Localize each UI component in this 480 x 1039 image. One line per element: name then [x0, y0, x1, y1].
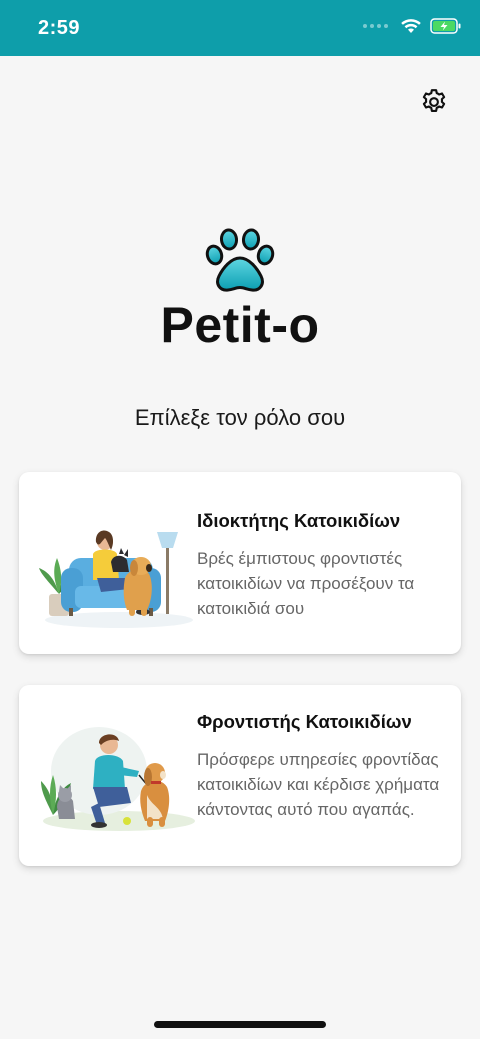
paw-icon	[205, 228, 275, 292]
role-card-sitter[interactable]: Φροντιστής Κατοικιδίων Πρόσφερε υπηρεσίε…	[19, 685, 461, 866]
role-description-sitter: Πρόσφερε υπηρεσίες φροντίδας κατοικιδίων…	[197, 750, 440, 819]
role-prompt: Επίλεξε τον ρόλο σου	[134, 405, 346, 430]
app-title: Petit-o	[160, 297, 320, 353]
gear-icon	[422, 89, 446, 112]
cellular-signal-icon	[363, 24, 388, 28]
status-icons	[363, 18, 462, 34]
role-card-owner[interactable]: Ιδιοκτήτης Κατοικιδίων Βρές έμπιστους φρ…	[19, 472, 461, 654]
owner-with-pets-illustration	[39, 530, 193, 628]
status-time: 2:59	[38, 17, 81, 39]
settings-button[interactable]	[418, 86, 450, 118]
role-description-owner: Βρές έμπιστους φροντιστές κατοικιδίων να…	[197, 549, 415, 618]
wifi-icon	[401, 19, 421, 33]
role-title-owner: Ιδιοκτήτης Κατοικιδίων	[197, 510, 401, 531]
battery-charging-icon	[430, 18, 461, 34]
home-indicator[interactable]	[154, 1021, 326, 1028]
status-bar: 2:59	[0, 0, 480, 56]
role-title-sitter: Φροντιστής Κατοικιδίων	[197, 711, 412, 732]
sitter-with-pets-illustration	[41, 727, 195, 831]
